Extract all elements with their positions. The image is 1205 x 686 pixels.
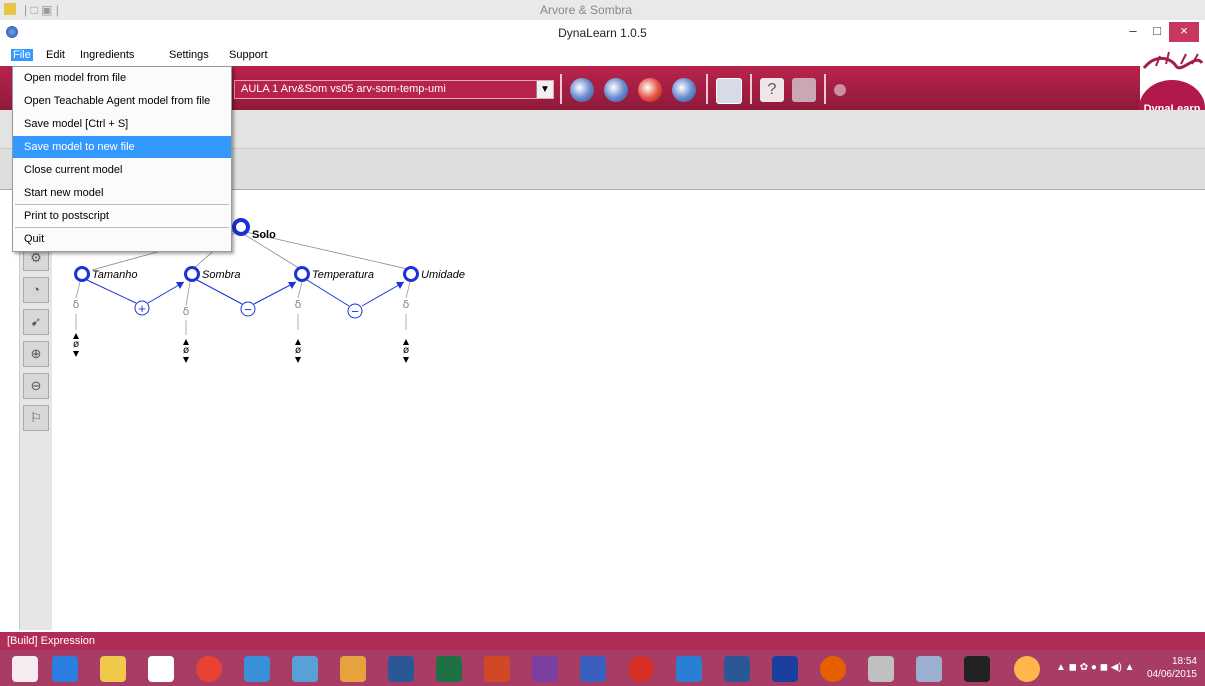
windows-start-icon[interactable]: [12, 656, 38, 682]
globe-arrow-icon[interactable]: [604, 78, 628, 102]
app-icon[interactable]: [244, 656, 270, 682]
close-button[interactable]: ×: [1169, 22, 1199, 42]
app-icon[interactable]: [676, 656, 702, 682]
menu-item-quit[interactable]: Quit: [13, 228, 231, 250]
value-symbol-tamanho: ø: [73, 339, 79, 350]
amazon-icon[interactable]: [148, 656, 174, 682]
title-bar: DynaLearn 1.0.5: [0, 20, 1205, 47]
app-icon[interactable]: [340, 656, 366, 682]
menu-item-save-to-new-file[interactable]: Save model to new file: [13, 136, 231, 158]
app-icon[interactable]: [916, 656, 942, 682]
file-explorer-icon[interactable]: [100, 656, 126, 682]
negative-influence-icon[interactable]: ⊖: [23, 373, 49, 399]
menu-support[interactable]: Support: [229, 49, 268, 61]
firefox-icon[interactable]: [820, 656, 846, 682]
menu-ingredients[interactable]: Ingredients: [80, 49, 134, 61]
app-icon[interactable]: [292, 656, 318, 682]
gmail-icon[interactable]: [628, 656, 654, 682]
snipping-tool-icon[interactable]: [868, 656, 894, 682]
background-window-strip: | □ ▣ | Arvore & Sombra: [0, 0, 1205, 21]
relation-negative: −: [351, 304, 359, 319]
derivative-symbol-tamanho: δ: [73, 298, 80, 311]
dynalearn-taskbar-icon[interactable]: [1014, 656, 1040, 682]
window-title: DynaLearn 1.0.5: [558, 26, 647, 40]
quantity-label-umidade: Umidade: [421, 269, 465, 281]
window-controls: – □ ×: [1121, 22, 1199, 42]
model-select-value: AULA 1 Arv&Som vs05 arv-som-temp-umi: [241, 83, 446, 95]
quantity-icon[interactable]: ◔: [23, 277, 49, 303]
clock[interactable]: 18:54 04/06/2015: [1147, 655, 1197, 681]
derivative-symbol-umidade: δ: [403, 298, 410, 311]
quantity-space-arrows: [73, 333, 409, 363]
menu-file[interactable]: File: [11, 49, 33, 61]
menu-settings[interactable]: Settings: [169, 49, 209, 61]
relation-positive: +: [138, 301, 146, 316]
globe-green-icon[interactable]: [570, 78, 594, 102]
entity-label-solo: Solo: [252, 229, 276, 241]
internet-explorer-icon[interactable]: [52, 656, 78, 682]
model-canvas[interactable]: + − − Tamanho Sombra Temperatura Umidade…: [52, 190, 1205, 630]
app-icon[interactable]: [580, 656, 606, 682]
derivative-symbol-temperatura: δ: [295, 298, 302, 311]
value-symbol-sombra: ø: [183, 345, 189, 356]
quantity-label-sombra: Sombra: [202, 269, 241, 281]
toolbar-separator: [750, 74, 752, 104]
value-symbol-temperatura: ø: [295, 345, 301, 356]
toolbar-separator: [706, 74, 708, 104]
quantity-label-tamanho: Tamanho: [92, 269, 137, 281]
gears-icon[interactable]: [792, 78, 816, 102]
word-icon[interactable]: [388, 656, 414, 682]
model-select[interactable]: AULA 1 Arv&Som vs05 arv-som-temp-umi ▼: [234, 80, 554, 99]
menu-item-open-teachable-agent[interactable]: Open Teachable Agent model from file: [13, 90, 231, 112]
file-menu-dropdown: Open model from file Open Teachable Agen…: [12, 66, 232, 252]
value-assignment-icon[interactable]: ➹: [23, 309, 49, 335]
globe-clock-icon[interactable]: [672, 78, 696, 102]
chevron-down-icon[interactable]: ▼: [536, 81, 553, 98]
chrome-icon[interactable]: [196, 656, 222, 682]
taskbar: ▲ ◼ ✿ ● ◼ ◀) ▲ 18:54 04/06/2015: [0, 650, 1205, 686]
menu-bar: File Edit Ingredients Settings Support: [0, 46, 1205, 66]
minimize-button[interactable]: –: [1121, 22, 1145, 42]
clock-time: 18:54: [1171, 656, 1197, 667]
app-icon[interactable]: [772, 656, 798, 682]
value-symbol-umidade: ø: [403, 345, 409, 356]
relation-negative: −: [244, 302, 252, 317]
quantity-label-temperatura: Temperatura: [312, 269, 374, 281]
menu-item-close-model[interactable]: Close current model: [13, 159, 231, 181]
status-text: [Build] Expression: [7, 635, 96, 647]
app-icon[interactable]: [532, 656, 558, 682]
maximize-button[interactable]: □: [1145, 22, 1169, 42]
app-icon[interactable]: [484, 656, 510, 682]
background-window-controls: | □ ▣ |: [24, 3, 59, 17]
menu-item-print-postscript[interactable]: Print to postscript: [13, 205, 231, 227]
ingredient-palette: ⚙ ◔ ➹ ⊕ ⊖ ⚐: [19, 190, 53, 630]
menu-item-open-model[interactable]: Open model from file: [13, 67, 231, 89]
excel-icon[interactable]: [436, 656, 462, 682]
toolbar-separator: [560, 74, 562, 104]
status-bar: [Build] Expression: [0, 632, 1205, 650]
folder-icon: [4, 3, 16, 15]
help-icon[interactable]: ?: [760, 78, 784, 102]
menu-edit[interactable]: Edit: [46, 49, 65, 61]
small-gear-icon[interactable]: [834, 84, 846, 96]
menu-item-save-model[interactable]: Save model [Ctrl + S]: [13, 113, 231, 135]
system-tray[interactable]: ▲ ◼ ✿ ● ◼ ◀) ▲: [1056, 662, 1135, 673]
positive-influence-icon[interactable]: ⊕: [23, 341, 49, 367]
globe-red-icon[interactable]: [638, 78, 662, 102]
clock-date: 04/06/2015: [1146, 669, 1197, 680]
derivative-symbol-sombra: δ: [183, 305, 190, 318]
toolbar-separator: [824, 74, 826, 104]
flag-icon[interactable]: ⚐: [23, 405, 49, 431]
app-icon[interactable]: [724, 656, 750, 682]
menu-item-start-new-model[interactable]: Start new model: [13, 182, 231, 204]
command-prompt-icon[interactable]: [964, 656, 990, 682]
printer-icon[interactable]: [716, 78, 742, 104]
background-window-title: Arvore & Sombra: [540, 3, 633, 17]
